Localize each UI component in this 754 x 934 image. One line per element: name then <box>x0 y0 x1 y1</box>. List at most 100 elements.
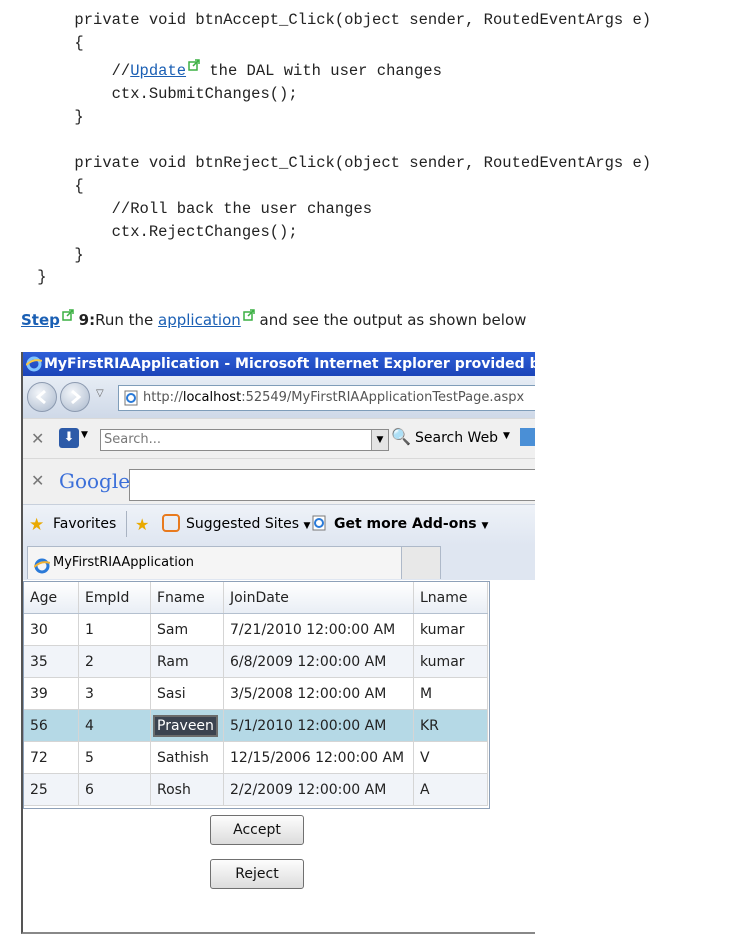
code-line: private void btnReject_Click(object send… <box>0 154 652 172</box>
favorites-button[interactable]: Favorites <box>53 516 116 532</box>
reject-button[interactable]: Reject <box>210 859 304 889</box>
close-toolbar-icon[interactable]: ✕ <box>31 429 44 448</box>
table-row[interactable]: 72 5 Sathish 12/15/2006 12:00:00 AM V <box>24 741 488 774</box>
address-bar-row: ▽ http://localhost:52549/MyFirstRIAAppli… <box>23 376 535 418</box>
forward-button[interactable] <box>60 382 90 412</box>
table-row[interactable]: 25 6 Rosh 2/2/2009 12:00:00 AM A <box>24 773 488 806</box>
back-button[interactable] <box>27 382 57 412</box>
toolbar-icon[interactable] <box>520 428 535 446</box>
cell-age[interactable]: 72 <box>24 741 79 774</box>
window-title-bar: MyFirstRIAApplication - Microsoft Intern… <box>23 352 535 376</box>
step-link[interactable]: Step <box>21 311 60 329</box>
cell-lname[interactable]: kumar <box>413 613 488 646</box>
cell-edit-box[interactable]: Praveen <box>153 714 218 737</box>
cell-empid[interactable]: 6 <box>78 773 151 806</box>
search-input[interactable]: Search... ▼ <box>100 429 389 451</box>
address-input[interactable]: http://localhost:52549/MyFirstRIAApplica… <box>118 385 535 411</box>
step-instruction: Step 9:Run the application and see the o… <box>21 309 526 329</box>
cell-lname[interactable]: M <box>413 677 488 710</box>
column-header-age[interactable]: Age <box>24 582 79 614</box>
google-toolbar: ✕ Google <box>23 458 535 505</box>
close-toolbar-icon[interactable]: ✕ <box>31 471 44 490</box>
cell-joindate[interactable]: 6/8/2009 12:00:00 AM <box>223 645 414 678</box>
ie-logo-icon <box>25 356 43 372</box>
cell-empid[interactable]: 5 <box>78 741 151 774</box>
cell-lname[interactable]: V <box>413 741 488 774</box>
code-line: ctx.SubmitChanges(); <box>0 85 298 103</box>
cell-age[interactable]: 56 <box>24 709 79 742</box>
cell-empid[interactable]: 2 <box>78 645 151 678</box>
google-search-input[interactable] <box>129 469 535 501</box>
ie-page-icon <box>311 515 327 531</box>
cell-lname[interactable]: kumar <box>413 645 488 678</box>
step-number: 9: <box>78 311 96 329</box>
cell-fname[interactable]: Sam <box>150 613 224 646</box>
cell-fname[interactable]: Sasi <box>150 677 224 710</box>
chevron-down-icon[interactable]: ▼ <box>81 430 88 440</box>
cell-joindate[interactable]: 12/15/2006 12:00:00 AM <box>223 741 414 774</box>
favorites-bar: ★ Favorites ★ Suggested Sites ▼ Get more… <box>23 504 535 545</box>
cell-lname[interactable]: A <box>413 773 488 806</box>
tab-myfirstriaapplication[interactable]: MyFirstRIAApplication <box>27 546 402 579</box>
search-web-button[interactable]: Search Web <box>415 430 498 446</box>
ie-logo-icon <box>33 555 51 573</box>
cell-empid[interactable]: 4 <box>78 709 151 742</box>
cell-joindate[interactable]: 3/5/2008 12:00:00 AM <box>223 677 414 710</box>
column-header-fname[interactable]: Fname <box>150 582 224 614</box>
cell-age[interactable]: 35 <box>24 645 79 678</box>
application-link[interactable]: application <box>158 311 241 329</box>
search-dropdown-button[interactable]: ▼ <box>371 430 388 450</box>
cell-joindate[interactable]: 5/1/2010 12:00:00 AM <box>223 709 414 742</box>
code-line: } <box>0 108 84 126</box>
cell-fname-editing[interactable]: Praveen <box>150 709 224 742</box>
table-row[interactable]: 35 2 Ram 6/8/2009 12:00:00 AM kumar <box>24 645 488 678</box>
employee-data-grid: Age EmpId Fname JoinDate Lname 30 1 Sam 7/2… <box>24 582 488 806</box>
code-line: //Roll back the user changes <box>0 200 373 218</box>
code-line: { <box>0 34 84 52</box>
comment-text: the DAL with user changes <box>200 62 442 80</box>
cell-empid[interactable]: 3 <box>78 677 151 710</box>
column-header-empid[interactable]: EmpId <box>78 582 151 614</box>
external-link-icon <box>243 307 255 321</box>
chevron-down-icon: ▼ <box>481 521 489 531</box>
cell-joindate[interactable]: 2/2/2009 12:00:00 AM <box>223 773 414 806</box>
cell-age[interactable]: 30 <box>24 613 79 646</box>
external-link-icon <box>62 307 74 321</box>
external-link-icon <box>188 56 200 71</box>
download-icon[interactable]: ⬇ <box>59 428 79 448</box>
column-header-joindate[interactable]: JoinDate <box>223 582 414 614</box>
code-line: } <box>0 268 47 286</box>
window-title: MyFirstRIAApplication - Microsoft Intern… <box>44 356 535 372</box>
chevron-down-icon: ▼ <box>303 521 311 531</box>
update-link[interactable]: Update <box>130 62 186 80</box>
suggested-sites-button[interactable]: Suggested Sites ▼ <box>186 516 310 532</box>
url-host: localhost <box>182 390 242 405</box>
new-tab-button[interactable] <box>401 546 441 579</box>
cell-fname[interactable]: Ram <box>150 645 224 678</box>
code-line: { <box>0 177 84 195</box>
accept-button[interactable]: Accept <box>210 815 304 845</box>
cell-joindate[interactable]: 7/21/2010 12:00:00 AM <box>223 613 414 646</box>
history-dropdown-icon[interactable]: ▽ <box>96 388 104 399</box>
code-listing: private void btnAccept_Click(object send… <box>0 0 754 286</box>
toolbar-divider <box>126 511 127 537</box>
cell-empid[interactable]: 1 <box>78 613 151 646</box>
cell-age[interactable]: 39 <box>24 677 79 710</box>
step-text: Run the <box>95 311 159 329</box>
add-favorite-icon[interactable]: ★ <box>135 515 149 534</box>
table-row[interactable]: 39 3 Sasi 3/5/2008 12:00:00 AM M <box>24 677 488 710</box>
column-header-lname[interactable]: Lname <box>413 582 488 614</box>
chevron-down-icon[interactable]: ▼ <box>503 431 510 441</box>
cell-lname[interactable]: KR <box>413 709 488 742</box>
cell-fname[interactable]: Rosh <box>150 773 224 806</box>
get-addons-button[interactable]: Get more Add-ons ▼ <box>334 516 488 532</box>
code-comment-line: //Update the DAL with user changes <box>0 59 442 82</box>
cell-age[interactable]: 25 <box>24 773 79 806</box>
table-row[interactable]: 30 1 Sam 7/21/2010 12:00:00 AM kumar <box>24 613 488 646</box>
star-icon: ★ <box>29 515 45 535</box>
cell-fname[interactable]: Sathish <box>150 741 224 774</box>
selected-table-row[interactable]: 56 4 Praveen 5/1/2010 12:00:00 AM KR <box>24 709 488 742</box>
tab-title: MyFirstRIAApplication <box>53 555 195 570</box>
tab-bar: MyFirstRIAApplication <box>23 544 535 580</box>
back-arrow-icon <box>35 389 46 405</box>
